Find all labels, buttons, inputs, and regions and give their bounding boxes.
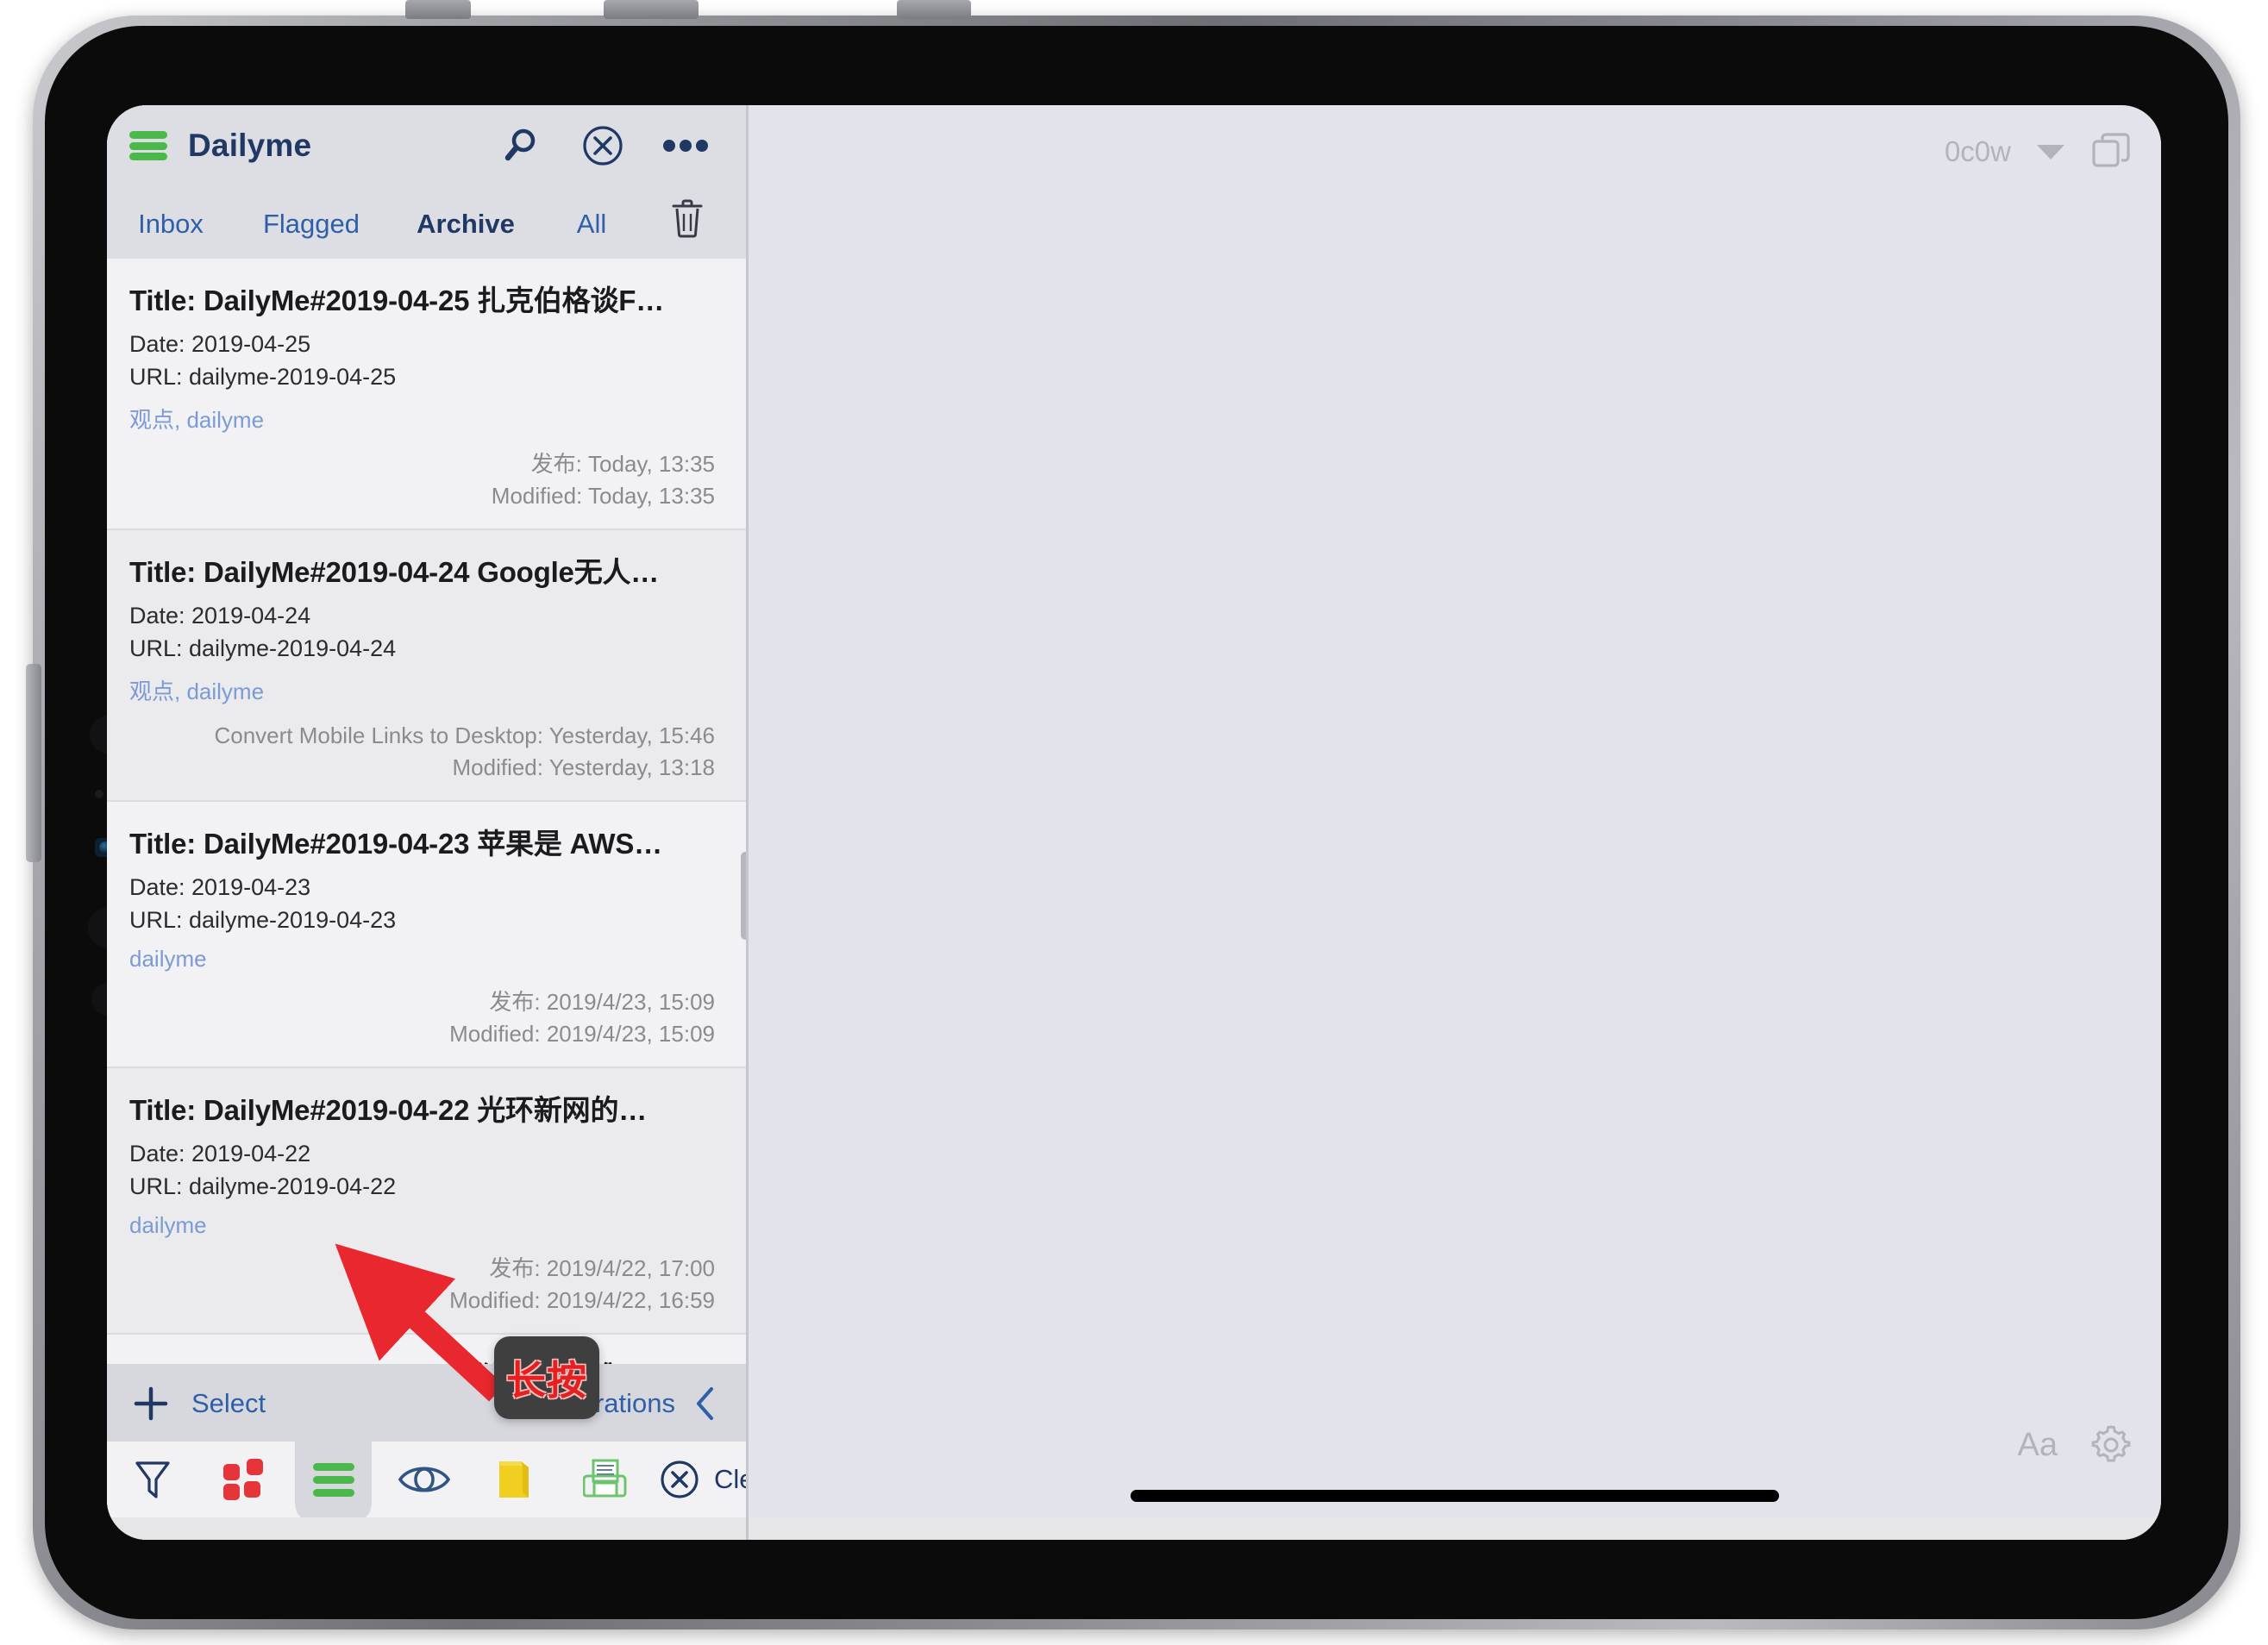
device-screen: Dailyme Inbox Flagged Archive All Title:… <box>107 105 2161 1540</box>
chevron-down-icon[interactable] <box>2037 144 2064 159</box>
list-view-icon <box>312 1463 354 1497</box>
list-item-tags[interactable]: 观点, dailyme <box>129 674 715 706</box>
left-pane-bottom-strip <box>107 1517 746 1540</box>
list-item-published: 发布: Today, 13:35 <box>530 450 715 477</box>
chevron-left-icon[interactable] <box>694 1385 717 1423</box>
list-item-title: Title: DailyMe#2019-04-22 光环新网的… <box>129 1094 648 1127</box>
long-press-hint-text: 长按 <box>506 1358 587 1403</box>
list-item-modified: Modified: Yesterday, 13:18 <box>452 754 715 781</box>
list-item-published: 发布: 2019/4/22, 17:00 <box>489 1254 715 1281</box>
close-circle-icon <box>583 126 623 166</box>
grid-view-icon <box>222 1459 263 1500</box>
close-button[interactable] <box>561 116 644 176</box>
folder-icon <box>498 1461 529 1498</box>
tab-all[interactable]: All <box>543 209 640 259</box>
tab-inbox[interactable]: Inbox <box>107 209 235 259</box>
list-item-url: URL: dailyme-2019-04-22 <box>129 1173 397 1200</box>
list-item[interactable]: Title: DailyMe#2019-04-24 Google无人… Date… <box>107 529 746 801</box>
select-button[interactable]: Select <box>191 1388 266 1419</box>
list-item-date: Date: 2019-04-24 <box>129 603 311 629</box>
list-item-url: URL: dailyme-2019-04-25 <box>129 364 397 391</box>
tab-flagged[interactable]: Flagged <box>235 209 388 259</box>
list-item[interactable]: Title: DailyMe#2019-04-23 苹果是 AWS… Date:… <box>107 800 746 1066</box>
list-item-date: Date: 2019-04-22 <box>129 1141 311 1167</box>
app-title: Dailyme <box>188 128 312 163</box>
folder-button[interactable] <box>469 1442 560 1517</box>
device-top-button-1 <box>405 0 471 19</box>
list-item-url: URL: dailyme-2019-04-23 <box>129 907 397 934</box>
long-press-hint-badge: 长按 <box>494 1336 599 1419</box>
gear-icon[interactable] <box>2090 1424 2132 1466</box>
new-window-icon[interactable] <box>2090 131 2132 172</box>
list-item-date: Date: 2019-04-25 <box>129 331 311 357</box>
right-pane-bottom-strip <box>749 1517 2161 1540</box>
search-icon <box>504 128 536 161</box>
device-top-button-3 <box>897 0 971 19</box>
detail-header: 0c0w <box>1945 131 2132 172</box>
device-top-button-2 <box>604 0 699 19</box>
filter-funnel-icon <box>135 1461 170 1498</box>
list-item-tags[interactable]: 观点, dailyme <box>129 403 715 435</box>
detail-pane: 0c0w Aa <box>749 105 2161 1540</box>
list-item-url: URL: dailyme-2019-04-24 <box>129 635 397 662</box>
more-button[interactable] <box>644 116 727 176</box>
grid-view-button[interactable] <box>197 1442 288 1517</box>
bezel-sensor-2 <box>95 790 103 798</box>
header-actions <box>479 116 746 176</box>
add-button[interactable] <box>129 1382 172 1425</box>
detail-footer: Aa <box>2018 1424 2132 1466</box>
list-item-modified: Modified: 2019/4/22, 16:59 <box>449 1287 715 1314</box>
list-item-title: Title: DailyMe#2019-04-24 Google无人… <box>129 556 660 589</box>
article-list[interactable]: Title: DailyMe#2019-04-25 扎克伯格谈F… Date: … <box>107 259 746 1388</box>
filter-button[interactable] <box>107 1442 197 1517</box>
list-item[interactable]: Title: DailyMe#2019-04-25 扎克伯格谈F… Date: … <box>107 259 746 529</box>
detail-title: 0c0w <box>1944 135 2011 167</box>
search-button[interactable] <box>479 116 561 176</box>
list-item-title: Title: DailyMe#2019-04-25 扎克伯格谈F… <box>129 285 664 316</box>
close-circle-icon <box>661 1460 699 1498</box>
list-item-date: Date: 2019-04-23 <box>129 874 311 901</box>
list-item-published: Convert Mobile Links to Desktop: Yesterd… <box>214 722 715 748</box>
list-view-button[interactable] <box>288 1416 379 1523</box>
list-item-published: 发布: 2019/4/23, 15:09 <box>489 988 715 1015</box>
tab-archive[interactable]: Archive <box>388 202 543 260</box>
plus-icon <box>134 1386 168 1421</box>
hamburger-icon[interactable] <box>129 131 167 160</box>
list-item-tags[interactable]: dailyme <box>129 1212 715 1239</box>
list-item-modified: Modified: 2019/4/23, 15:09 <box>449 1021 715 1048</box>
eye-preview-icon <box>398 1467 450 1492</box>
list-item[interactable]: Title: DailyMe#2019-04-22 光环新网的… Date: 2… <box>107 1066 746 1334</box>
print-button[interactable] <box>560 1442 650 1517</box>
more-ellipsis-icon <box>663 140 708 152</box>
view-toolbar: Clea <box>107 1416 769 1523</box>
list-item-tags[interactable]: dailyme <box>129 946 715 973</box>
app-header: Dailyme <box>107 105 746 186</box>
tab-trash[interactable] <box>640 198 735 259</box>
folder-tab-bar: Inbox Flagged Archive All <box>107 186 746 260</box>
font-size-button[interactable]: Aa <box>2018 1427 2058 1464</box>
screenshot-root: Dailyme Inbox Flagged Archive All Title:… <box>0 0 2268 1645</box>
list-item-modified: Modified: Today, 13:35 <box>491 483 715 510</box>
list-item-title: Title: DailyMe#2019-04-23 苹果是 AWS… <box>129 828 662 860</box>
master-pane: Dailyme Inbox Flagged Archive All Title:… <box>107 105 769 1540</box>
home-indicator <box>1131 1490 1779 1502</box>
trash-icon <box>672 199 703 238</box>
device-side-button <box>26 664 41 862</box>
select-toolbar: Select Operations <box>107 1364 746 1443</box>
print-icon <box>582 1459 626 1498</box>
preview-button[interactable] <box>379 1442 469 1517</box>
